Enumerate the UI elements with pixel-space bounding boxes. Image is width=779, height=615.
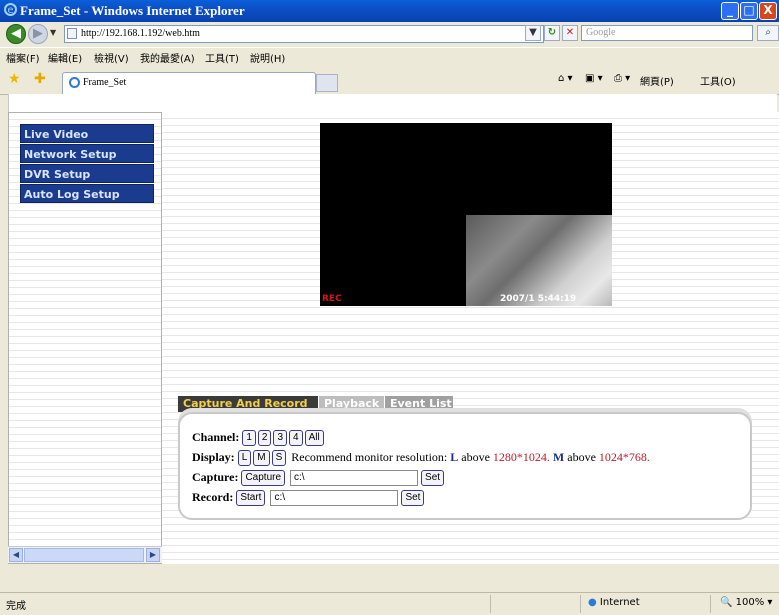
status-divider	[490, 595, 491, 613]
feeds-icon[interactable]: ▣ ▾	[585, 73, 603, 84]
search-icon[interactable]: ⌕	[757, 25, 779, 41]
ie-logo-icon: e	[4, 3, 17, 16]
frame-top-strip	[8, 94, 777, 112]
zone-label: Internet	[599, 597, 640, 608]
channel-4-button[interactable]: 4	[289, 430, 303, 447]
tools-menu[interactable]: 工具(O)	[700, 73, 736, 88]
back-button[interactable]: ◀	[6, 24, 26, 44]
record-start-button[interactable]: Start	[236, 490, 266, 507]
favorites-star-icon[interactable]: ★	[8, 72, 21, 86]
display-s-button[interactable]: S	[271, 450, 287, 467]
capture-button[interactable]: Capture	[241, 470, 286, 487]
print-icon[interactable]: ⎙ ▾	[614, 73, 630, 84]
internet-zone: ● Internet	[588, 597, 640, 608]
status-divider	[710, 595, 711, 613]
globe-icon: ●	[588, 597, 597, 608]
search-input[interactable]: Google	[581, 25, 753, 41]
menu-view[interactable]: 檢視(V)	[94, 50, 129, 65]
record-set-button[interactable]: Set	[401, 490, 425, 507]
menu-bar: 檔案(F) 編輯(E) 檢視(V) 我的最愛(A) 工具(T) 說明(H)	[0, 47, 779, 67]
sidebar-menu: Live Video Network Setup DVR Setup Auto …	[20, 124, 154, 204]
channel-label: Channel:	[192, 430, 240, 444]
video-timestamp: 2007/1 5:44:19	[500, 294, 577, 304]
recommend-above-1: above	[461, 450, 490, 464]
sidebar-item-dvr-setup[interactable]: DVR Setup	[20, 164, 154, 183]
record-label: Record:	[192, 490, 234, 504]
channel-3-button[interactable]: 3	[273, 430, 288, 447]
zoom-icon: 🔍	[720, 597, 733, 608]
status-bar: 完成 ● Internet 🔍 100% ▾	[0, 592, 779, 615]
page-icon	[67, 28, 77, 39]
tab-toolbar: ★ ✚ Frame_Set ⌂ ▾ ▣ ▾ ⎙ ▾ 網頁(P) 工具(O)	[0, 66, 779, 95]
close-button[interactable]: X	[759, 2, 777, 20]
window-title: Frame_Set - Windows Internet Explorer	[20, 3, 245, 18]
recommend-res-1: 1280*1024.	[492, 450, 550, 464]
minimize-button[interactable]: _	[721, 2, 739, 20]
capture-label: Capture:	[192, 470, 239, 484]
recommend-text: Recommend monitor resolution:	[291, 450, 448, 464]
display-label: Display:	[192, 450, 235, 464]
sidebar-item-live-video[interactable]: Live Video	[20, 124, 154, 143]
channel-1-button[interactable]: 1	[242, 430, 256, 447]
title-bar: e Frame_Set - Windows Internet Explorer …	[0, 0, 779, 23]
zoom-value: 100%	[735, 597, 765, 608]
sidebar-item-auto-log-setup[interactable]: Auto Log Setup	[20, 184, 154, 203]
zoom-level[interactable]: 🔍 100% ▾	[720, 597, 772, 608]
menu-file[interactable]: 檔案(F)	[6, 50, 40, 65]
scroll-thumb[interactable]	[24, 548, 144, 562]
forward-button[interactable]: ▶	[28, 24, 48, 44]
address-bar[interactable]: http://192.168.1.192/web.htm	[64, 25, 544, 43]
capture-path-input[interactable]: c:\	[290, 470, 419, 487]
status-divider	[580, 595, 581, 613]
stop-button[interactable]: ✕	[562, 25, 578, 41]
display-row: Display: LMS Recommend monitor resolutio…	[192, 450, 650, 467]
sidebar-item-network-setup[interactable]: Network Setup	[20, 144, 154, 163]
new-tab-button[interactable]	[316, 74, 338, 92]
recommend-m: M	[552, 450, 565, 464]
scroll-right-icon[interactable]: ▶	[146, 548, 160, 562]
recommend-res-2: 1024*768.	[598, 450, 650, 464]
add-favorite-icon[interactable]: ✚	[34, 72, 46, 86]
tab-page-icon	[69, 77, 80, 88]
channel-row: Channel: 1 2 3 4 All	[192, 430, 326, 447]
tab-capture-and-record[interactable]: Capture And Record	[178, 396, 318, 412]
channel-2-button[interactable]: 2	[257, 430, 272, 447]
record-row: Record: Start c:\ Set	[192, 490, 426, 507]
scroll-left-icon[interactable]: ◀	[9, 548, 23, 562]
rec-indicator: REC	[322, 294, 342, 304]
capture-record-panel: Channel: 1 2 3 4 All Display: LMS Recommend …	[178, 412, 752, 520]
channel-all-button[interactable]: All	[304, 430, 324, 447]
history-dropdown-icon[interactable]: ▼	[50, 28, 56, 37]
recommend-above-2: above	[567, 450, 596, 464]
address-dropdown-button[interactable]: ▼	[525, 25, 541, 41]
camera-image	[466, 215, 612, 306]
horizontal-scrollbar[interactable]: ◀ ▶	[8, 546, 162, 563]
home-icon[interactable]: ⌂ ▾	[558, 73, 573, 84]
record-path-input[interactable]: c:\	[270, 490, 399, 507]
address-url: http://192.168.1.192/web.htm	[81, 28, 200, 39]
tab-frame-set[interactable]: Frame_Set	[62, 72, 316, 94]
search-placeholder: Google	[586, 27, 616, 38]
capture-set-button[interactable]: Set	[421, 470, 445, 487]
page-menu[interactable]: 網頁(P)	[640, 73, 674, 88]
recommend-l: L	[450, 450, 459, 464]
display-m-button[interactable]: M	[253, 450, 270, 467]
menu-tools[interactable]: 工具(T)	[205, 50, 239, 65]
refresh-button[interactable]: ↻	[544, 25, 560, 41]
maximize-button[interactable]: □	[740, 2, 758, 20]
capture-row: Capture: Capture c:\ Set	[192, 470, 446, 487]
display-l-button[interactable]: L	[237, 450, 252, 467]
menu-help[interactable]: 說明(H)	[250, 50, 285, 65]
tab-event-list[interactable]: Event List	[384, 396, 453, 412]
menu-edit[interactable]: 編輯(E)	[48, 50, 82, 65]
status-text: 完成	[6, 601, 26, 612]
tab-label: Frame_Set	[83, 77, 127, 88]
tab-playback[interactable]: Playback	[318, 396, 384, 412]
menu-favorites[interactable]: 我的最愛(A)	[140, 50, 195, 65]
address-toolbar: ◀ ▶ ▼ http://192.168.1.192/web.htm ▼ ↻ ✕…	[0, 22, 779, 46]
